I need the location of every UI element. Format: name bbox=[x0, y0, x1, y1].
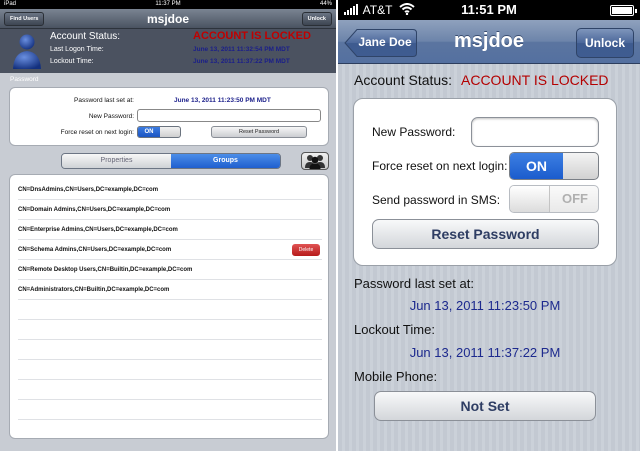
iphone-screenshot: AT&T 11:51 PM Jane Doe msjdoe Unlock Acc… bbox=[338, 0, 640, 451]
ipad-lockout-value: June 13, 2011 11:37:22 PM MDT bbox=[193, 58, 290, 65]
group-dn: CN=Domain Admins,CN=Users,DC=example,DC=… bbox=[18, 207, 171, 213]
ipad-reset-password-button[interactable]: Reset Password bbox=[211, 126, 307, 138]
list-item[interactable]: CN=Domain Admins,CN=Users,DC=example,DC=… bbox=[18, 201, 322, 220]
group-dn: CN=DnsAdmins,CN=Users,DC=example,DC=com bbox=[18, 187, 159, 193]
empty-row bbox=[18, 321, 322, 340]
empty-row bbox=[18, 361, 322, 380]
list-item[interactable]: CN=Administrators,CN=Builtin,DC=example,… bbox=[18, 281, 322, 300]
empty-row bbox=[18, 301, 322, 320]
people-group-icon bbox=[305, 155, 325, 169]
group-dn: CN=Remote Desktop Users,CN=Builtin,DC=ex… bbox=[18, 267, 193, 273]
ipad-status-bar: iPad 11:37 PM 44% bbox=[0, 0, 336, 9]
ipad-nav-title: msjdoe bbox=[146, 12, 189, 26]
ipad-account-header: Account Status: ACCOUNT IS LOCKED Last L… bbox=[0, 29, 336, 73]
iphone-force-reset-toggle[interactable]: ON bbox=[509, 152, 599, 180]
ipad-force-reset-toggle[interactable]: ON bbox=[137, 126, 181, 138]
iphone-lockout-value: Jun 13, 2011 11:37:22 PM bbox=[409, 345, 561, 360]
ipad-password-last-set-label: Password last set at: bbox=[74, 97, 134, 104]
empty-row bbox=[18, 401, 322, 420]
iphone-force-reset-label: Force reset on next login: bbox=[372, 159, 508, 173]
ipad-last-logon-value: June 13, 2011 11:32:54 PM MDT bbox=[193, 46, 290, 53]
force-toggle-on-label: ON bbox=[510, 153, 563, 179]
people-group-button[interactable] bbox=[301, 152, 329, 170]
tab-groups[interactable]: Groups bbox=[171, 154, 280, 168]
ipad-unlock-button[interactable]: Unlock bbox=[301, 12, 332, 26]
user-avatar-icon bbox=[13, 34, 41, 69]
list-item[interactable]: CN=Schema Admins,CN=Users,DC=example,DC=… bbox=[18, 241, 322, 260]
group-dn: CN=Schema Admins,CN=Users,DC=example,DC=… bbox=[18, 247, 172, 253]
battery-icon bbox=[610, 5, 637, 16]
iphone-password-card: New Password: Force reset on next login:… bbox=[353, 98, 617, 266]
ipad-lockout-label: Lockout Time: bbox=[50, 58, 94, 65]
delete-button[interactable]: Delete bbox=[292, 244, 320, 256]
iphone-status-time: 11:51 PM bbox=[461, 2, 517, 17]
toggle-knob bbox=[510, 186, 550, 212]
ipad-new-password-input[interactable] bbox=[137, 109, 321, 122]
iphone-mobile-phone-label: Mobile Phone: bbox=[354, 369, 438, 384]
ipad-password-section-title: Password bbox=[10, 76, 39, 83]
ipad-status-time: 11:37 PM bbox=[155, 1, 181, 7]
iphone-lockout-label: Lockout Time: bbox=[354, 322, 435, 337]
iphone-password-last-set-value: Jun 13, 2011 11:23:50 PM bbox=[409, 298, 561, 313]
ipad-last-logon-label: Last Logon Time: bbox=[50, 46, 104, 53]
iphone-status-bar: AT&T 11:51 PM bbox=[338, 0, 640, 20]
ipad-navigation-bar: Find Users msjdoe Unlock bbox=[0, 9, 336, 29]
empty-row bbox=[18, 381, 322, 400]
iphone-sms-toggle[interactable]: OFF bbox=[509, 185, 599, 213]
ipad-new-password-label: New Password: bbox=[88, 113, 134, 120]
iphone-account-status-label: Account Status: bbox=[354, 72, 453, 88]
group-dn: CN=Enterprise Admins,CN=Users,DC=example… bbox=[18, 227, 178, 233]
list-item[interactable]: CN=Enterprise Admins,CN=Users,DC=example… bbox=[18, 221, 322, 240]
list-item[interactable]: CN=Remote Desktop Users,CN=Builtin,DC=ex… bbox=[18, 261, 322, 280]
ipad-force-reset-label: Force reset on next login: bbox=[60, 129, 134, 136]
iphone-navigation-bar: Jane Doe msjdoe Unlock bbox=[338, 20, 640, 64]
mobile-phone-not-set-button[interactable]: Not Set bbox=[374, 391, 596, 421]
iphone-unlock-button[interactable]: Unlock bbox=[576, 28, 634, 58]
iphone-new-password-input[interactable] bbox=[471, 117, 599, 147]
iphone-account-status-value: ACCOUNT IS LOCKED bbox=[461, 72, 609, 88]
ipad-toggle-on-label: ON bbox=[138, 127, 160, 137]
iphone-new-password-label: New Password: bbox=[372, 125, 456, 139]
iphone-reset-password-button[interactable]: Reset Password bbox=[372, 219, 599, 249]
ipad-password-last-set-value: June 13, 2011 11:23:50 PM MDT bbox=[174, 97, 271, 104]
list-item[interactable]: CN=DnsAdmins,CN=Users,DC=example,DC=com bbox=[18, 181, 322, 200]
ipad-password-card: Password last set at: June 13, 2011 11:2… bbox=[9, 87, 329, 146]
ipad-account-status-value: ACCOUNT IS LOCKED bbox=[193, 30, 311, 42]
ipad-battery-percent: 44% bbox=[319, 1, 332, 7]
iphone-sms-label: Send password in SMS: bbox=[372, 193, 501, 207]
sms-toggle-off-label: OFF bbox=[562, 191, 588, 206]
ipad-groups-list: CN=DnsAdmins,CN=Users,DC=example,DC=com … bbox=[9, 174, 329, 439]
ipad-screenshot: iPad 11:37 PM 44% Find Users msjdoe Unlo… bbox=[0, 0, 336, 451]
empty-row bbox=[18, 341, 322, 360]
iphone-password-last-set-label: Password last set at: bbox=[354, 276, 474, 291]
ipad-segmented-control: Properties Groups bbox=[61, 153, 281, 169]
tab-properties[interactable]: Properties bbox=[62, 154, 171, 168]
group-dn: CN=Administrators,CN=Builtin,DC=example,… bbox=[18, 287, 170, 293]
ipad-account-status-label: Account Status: bbox=[50, 31, 121, 42]
